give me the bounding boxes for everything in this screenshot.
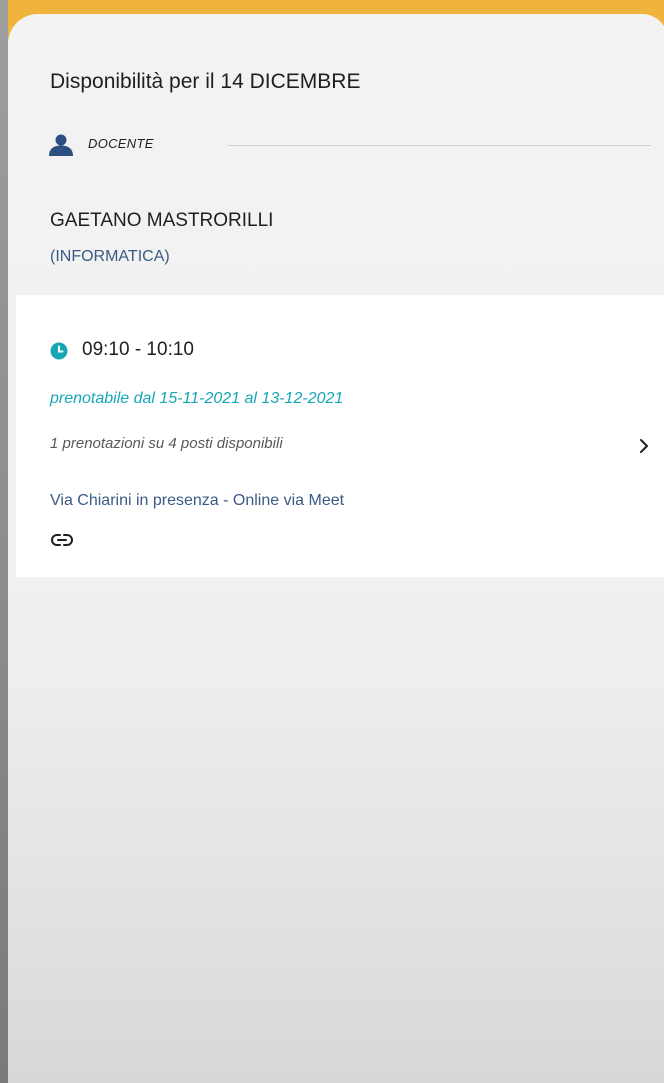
person-icon — [49, 134, 73, 156]
clock-icon — [50, 342, 68, 360]
left-edge-strip — [0, 0, 8, 1083]
time-slot-card[interactable]: 09:10 - 10:10 prenotabile dal 15-11-2021… — [16, 295, 664, 577]
role-divider — [228, 145, 651, 146]
teacher-subject: (INFORMATICA) — [50, 248, 170, 265]
slot-location: Via Chiarini in presenza - Online via Me… — [50, 492, 345, 509]
page-title: Disponibilità per il 14 DICEMBRE — [50, 70, 361, 93]
link-icon[interactable] — [50, 532, 74, 548]
slot-booking-window: prenotabile dal 15-11-2021 al 13-12-2021 — [50, 390, 344, 407]
chevron-right-icon[interactable] — [636, 438, 652, 454]
role-row: DOCENTE — [48, 132, 651, 158]
availability-sheet: Disponibilità per il 14 DICEMBRE DOCENTE… — [8, 14, 664, 1083]
app-screen: Disponibilità per il 14 DICEMBRE DOCENTE… — [0, 0, 664, 1083]
slot-time: 09:10 - 10:10 — [82, 339, 194, 360]
role-label: DOCENTE — [88, 136, 154, 151]
teacher-name: GAETANO MASTRORILLI — [50, 210, 274, 231]
slot-capacity: 1 prenotazioni su 4 posti disponibili — [50, 435, 283, 452]
